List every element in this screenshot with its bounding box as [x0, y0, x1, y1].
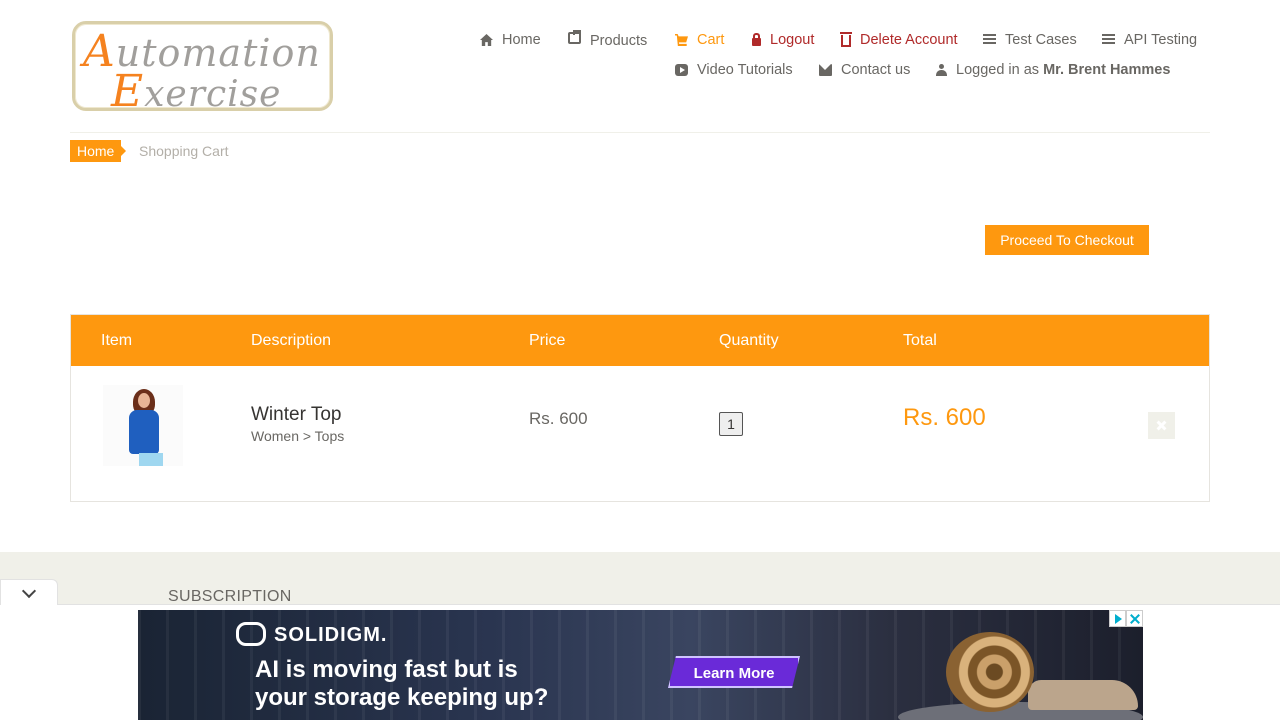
- proceed-to-checkout-button[interactable]: Proceed To Checkout: [985, 225, 1149, 255]
- logged-in-status: Logged in as Mr. Brent Hammes: [936, 62, 1170, 78]
- trash-icon: [840, 32, 852, 47]
- product-image[interactable]: [103, 385, 183, 466]
- logo-cap-e: E: [111, 66, 145, 117]
- nav-video-tutorials-label: Video Tutorials: [697, 62, 793, 78]
- envelope-icon: [819, 64, 832, 76]
- header-divider: [70, 132, 1210, 133]
- ad-close-icon[interactable]: [1126, 610, 1143, 627]
- nav-test-cases[interactable]: Test Cases: [983, 32, 1077, 48]
- video-icon: [675, 64, 688, 76]
- nav-video-tutorials[interactable]: Video Tutorials: [675, 62, 793, 78]
- cart-table-header: Item Description Price Quantity Total: [71, 315, 1209, 366]
- header-item: Item: [101, 332, 133, 349]
- nav-delete-account-label: Delete Account: [860, 32, 958, 48]
- nav-products-label: Products: [590, 33, 648, 49]
- lock-icon: [752, 33, 761, 46]
- briefcase-icon: [568, 30, 581, 44]
- chevron-down-icon: [21, 583, 37, 599]
- logo-text-2: xercise: [144, 74, 282, 115]
- cart-table: Item Description Price Quantity Total Wi…: [70, 314, 1210, 502]
- breadcrumb-home[interactable]: Home: [70, 140, 127, 162]
- logo-line-2: Exercise: [111, 66, 281, 117]
- remove-item-button[interactable]: [1148, 412, 1175, 439]
- breadcrumb-current: Shopping Cart: [139, 143, 229, 159]
- logged-in-prefix: Logged in as: [956, 62, 1040, 78]
- nav-products[interactable]: Products: [568, 30, 648, 49]
- nav-logout-label: Logout: [770, 32, 815, 48]
- ad-banner[interactable]: SOLIDIGM. AI is moving fast but is your …: [138, 610, 1143, 720]
- nav-api-testing-label: API Testing: [1124, 32, 1198, 48]
- header-total: Total: [903, 332, 937, 349]
- home-icon: [480, 34, 493, 46]
- quantity-display: 1: [719, 412, 743, 436]
- header-quantity: Quantity: [719, 332, 779, 349]
- header-description: Description: [251, 332, 332, 349]
- nav-cart-label: Cart: [697, 32, 725, 48]
- nav-logout[interactable]: Logout: [752, 32, 814, 48]
- product-name-link[interactable]: Winter Top: [251, 404, 341, 426]
- nav-api-testing[interactable]: API Testing: [1102, 32, 1197, 48]
- ad-image-snail-body: [1028, 680, 1138, 710]
- nav-home[interactable]: Home: [480, 32, 541, 48]
- product-category: Women > Tops: [251, 428, 345, 444]
- nav-contact-us[interactable]: Contact us: [819, 62, 910, 78]
- ad-image-snail-shell: [946, 632, 1034, 712]
- ad-headline-1: AI is moving fast but is: [255, 656, 518, 683]
- ad-info-icon[interactable]: [1109, 610, 1126, 627]
- site-logo[interactable]: Automation Exercise: [72, 21, 333, 117]
- nav-cart[interactable]: Cart: [675, 32, 724, 48]
- ad-learn-more-button[interactable]: Learn More: [668, 656, 800, 688]
- ad-brand-icon: [236, 622, 266, 646]
- logged-in-username: Mr. Brent Hammes: [1043, 62, 1171, 78]
- product-price: Rs. 600: [529, 409, 588, 428]
- header-price: Price: [529, 332, 566, 349]
- list-icon: [983, 34, 996, 46]
- user-icon: [936, 64, 947, 76]
- nav-test-cases-label: Test Cases: [1005, 32, 1077, 48]
- product-total: Rs. 600: [903, 404, 986, 431]
- ad-brand: SOLIDIGM.: [274, 624, 388, 646]
- nav-home-label: Home: [502, 32, 541, 48]
- ad-collapse-toggle[interactable]: [0, 579, 58, 605]
- nav-contact-us-label: Contact us: [841, 62, 911, 78]
- list-icon: [1102, 34, 1115, 46]
- cart-icon: [675, 34, 688, 46]
- ad-headline-2: your storage keeping up?: [255, 684, 549, 711]
- nav-delete-account[interactable]: Delete Account: [840, 32, 958, 48]
